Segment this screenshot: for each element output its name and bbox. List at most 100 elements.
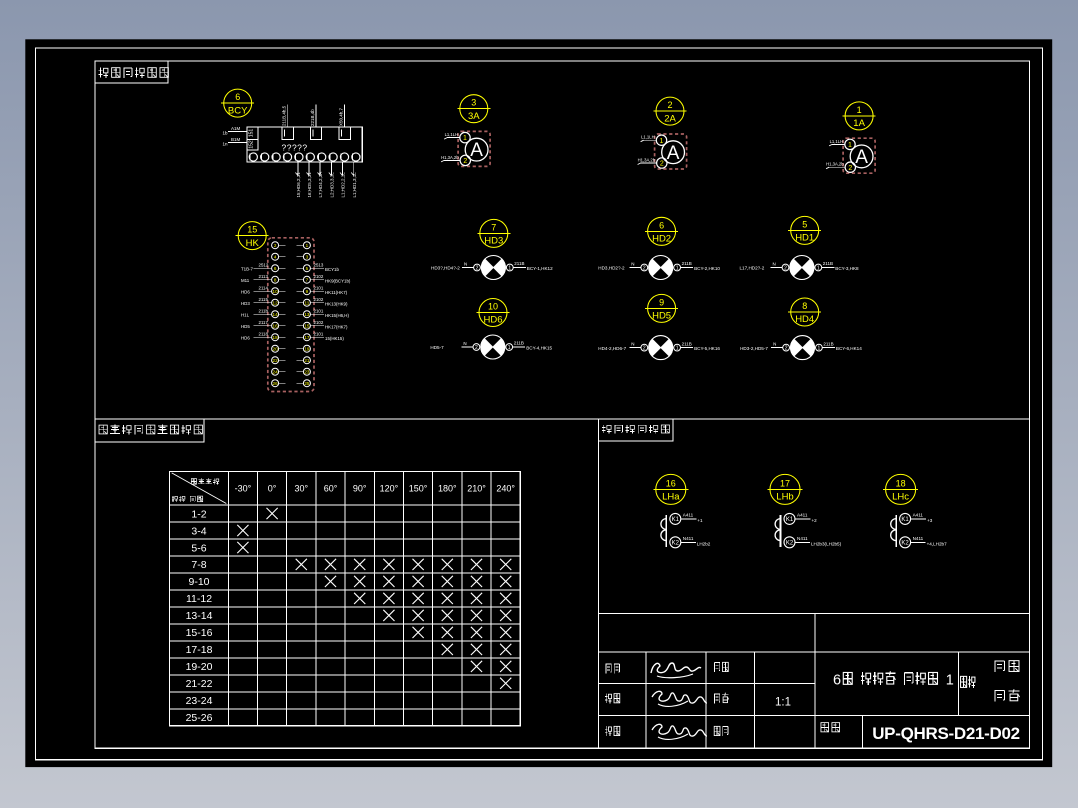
svg-text:B1M: B1M — [231, 137, 241, 142]
svg-text:211b: 211b — [259, 308, 269, 313]
svg-text:211B: 211B — [514, 261, 524, 266]
svg-text:211B: 211B — [823, 261, 833, 266]
svg-text:1: 1 — [660, 138, 664, 145]
svg-text:60°: 60° — [324, 484, 338, 494]
svg-text:18: 18 — [896, 478, 906, 488]
svg-text:17-18: 17-18 — [186, 644, 213, 656]
svg-text:A411: A411 — [683, 513, 694, 518]
svg-text:16;HD5,3,31: 16;HD5,3,31 — [307, 172, 312, 198]
svg-text:LHb: LHb — [776, 492, 793, 503]
svg-text:1: 1 — [848, 142, 852, 149]
svg-text:L1,1LH: L1,1LH — [830, 139, 844, 144]
svg-text:1: 1 — [508, 266, 511, 272]
svg-text:2513: 2513 — [314, 262, 324, 267]
svg-text:LH2b2: LH2b2 — [697, 541, 711, 546]
svg-text:HK: HK — [246, 238, 260, 249]
svg-text:24: 24 — [273, 370, 279, 375]
svg-text:30°: 30° — [294, 484, 308, 494]
svg-text:2: 2 — [643, 346, 646, 352]
svg-text:8: 8 — [274, 278, 277, 283]
svg-text:6: 6 — [235, 92, 240, 102]
svg-text:9: 9 — [306, 289, 309, 294]
svg-text:+4,LH2b7: +4,LH2b7 — [927, 541, 947, 546]
svg-text:K2: K2 — [901, 541, 909, 547]
svg-text:6: 6 — [659, 220, 664, 230]
svg-text:N: N — [631, 342, 634, 347]
svg-text:19-20: 19-20 — [186, 661, 213, 673]
svg-text:2: 2 — [667, 100, 672, 110]
svg-text:HK9(BCY1b): HK9(BCY1b) — [325, 278, 351, 283]
svg-text:HD6: HD6 — [483, 315, 502, 326]
svg-text:+1: +1 — [697, 518, 703, 523]
svg-text:BCY-2,HK10: BCY-2,HK10 — [694, 266, 720, 271]
svg-text:2: 2 — [475, 345, 478, 351]
svg-text:K1: K1 — [901, 517, 909, 523]
svg-text:4: 4 — [274, 255, 277, 260]
svg-text:150°: 150° — [409, 484, 428, 494]
svg-text:180°: 180° — [438, 484, 457, 494]
svg-text:18: 18 — [273, 335, 279, 340]
svg-text:BCY-3,HK8: BCY-3,HK8 — [835, 266, 859, 271]
svg-text:HK17(HK7): HK17(HK7) — [325, 324, 348, 329]
svg-text:17: 17 — [304, 335, 310, 340]
svg-text:2101: 2101 — [314, 331, 324, 336]
svg-text:15: 15 — [304, 324, 310, 329]
svg-text:9: 9 — [659, 297, 664, 307]
svg-text:16: 16 — [273, 324, 279, 329]
svg-text:1: 1 — [857, 105, 862, 115]
svg-text:M11: M11 — [241, 278, 250, 283]
svg-text:7-8: 7-8 — [191, 559, 206, 571]
svg-text:2102: 2102 — [314, 297, 324, 302]
svg-text:6: 6 — [274, 266, 277, 271]
svg-text:3: 3 — [471, 98, 476, 108]
svg-text:K2: K2 — [786, 541, 794, 547]
svg-text:2113: 2113 — [259, 274, 269, 279]
svg-text:L1;HD2,2,1L: L1;HD2,2,1L — [341, 172, 346, 198]
svg-text:8: 8 — [802, 301, 807, 311]
svg-text:5: 5 — [306, 266, 309, 271]
svg-text:BCY: BCY — [228, 105, 248, 116]
svg-text:K2: K2 — [672, 541, 680, 547]
svg-text:211B: 211B — [823, 341, 833, 346]
svg-text:14: 14 — [273, 312, 279, 317]
svg-text:HK13(HK9): HK13(HK9) — [325, 301, 348, 306]
svg-text:H1,3A,2b: H1,3A,2b — [638, 158, 656, 163]
svg-text:+3: +3 — [927, 518, 933, 523]
svg-text:9-10: 9-10 — [188, 576, 209, 588]
svg-text:T1B-7: T1B-7 — [241, 267, 254, 272]
svg-text:15;HD6,2,31: 15;HD6,2,31 — [296, 172, 301, 198]
svg-text:HK15(H6,H): HK15(H6,H) — [325, 313, 349, 318]
svg-text:0°: 0° — [268, 484, 277, 494]
svg-text:120°: 120° — [380, 484, 399, 494]
svg-text:2115: 2115 — [259, 297, 269, 302]
svg-text:1n: 1n — [223, 142, 229, 147]
svg-text:K1: K1 — [672, 517, 680, 523]
svg-text:1A: 1A — [853, 118, 865, 129]
svg-text:6: 6 — [833, 673, 841, 689]
svg-text:2101: 2101 — [314, 285, 324, 290]
svg-text:HK11(HK7): HK11(HK7) — [325, 290, 348, 295]
svg-text:2: 2 — [784, 266, 787, 272]
svg-text:-30°: -30° — [235, 484, 252, 494]
svg-text:90°: 90° — [353, 484, 367, 494]
svg-text:25-26: 25-26 — [186, 712, 213, 724]
svg-text:16: 16 — [666, 478, 676, 488]
svg-text:UP-QHRS-D21-D02: UP-QHRS-D21-D02 — [872, 724, 1020, 743]
svg-text:19: 19 — [304, 347, 310, 352]
svg-text:BCY-4,HK15: BCY-4,HK15 — [526, 346, 552, 351]
svg-text:L1,1LH: L1,1LH — [641, 135, 655, 140]
svg-text:H1,3A,2b: H1,3A,2b — [441, 155, 459, 160]
svg-text:HD4: HD4 — [795, 314, 814, 325]
svg-text:210°: 210° — [467, 484, 486, 494]
svg-text:HD3?,HD4?-2: HD3?,HD4?-2 — [431, 266, 460, 271]
svg-text:10: 10 — [488, 302, 498, 312]
svg-text:1: 1 — [818, 346, 821, 352]
svg-text:12: 12 — [273, 301, 279, 306]
svg-text:2117: 2117 — [259, 320, 269, 325]
svg-text:HD6: HD6 — [241, 336, 250, 341]
svg-text:N: N — [464, 262, 467, 267]
svg-text:L2;HD3,3,3L: L2;HD3,3,3L — [330, 172, 335, 198]
svg-text:5-6: 5-6 — [191, 542, 206, 554]
svg-text:22: 22 — [273, 358, 279, 363]
svg-text:1b: 1b — [223, 131, 229, 136]
